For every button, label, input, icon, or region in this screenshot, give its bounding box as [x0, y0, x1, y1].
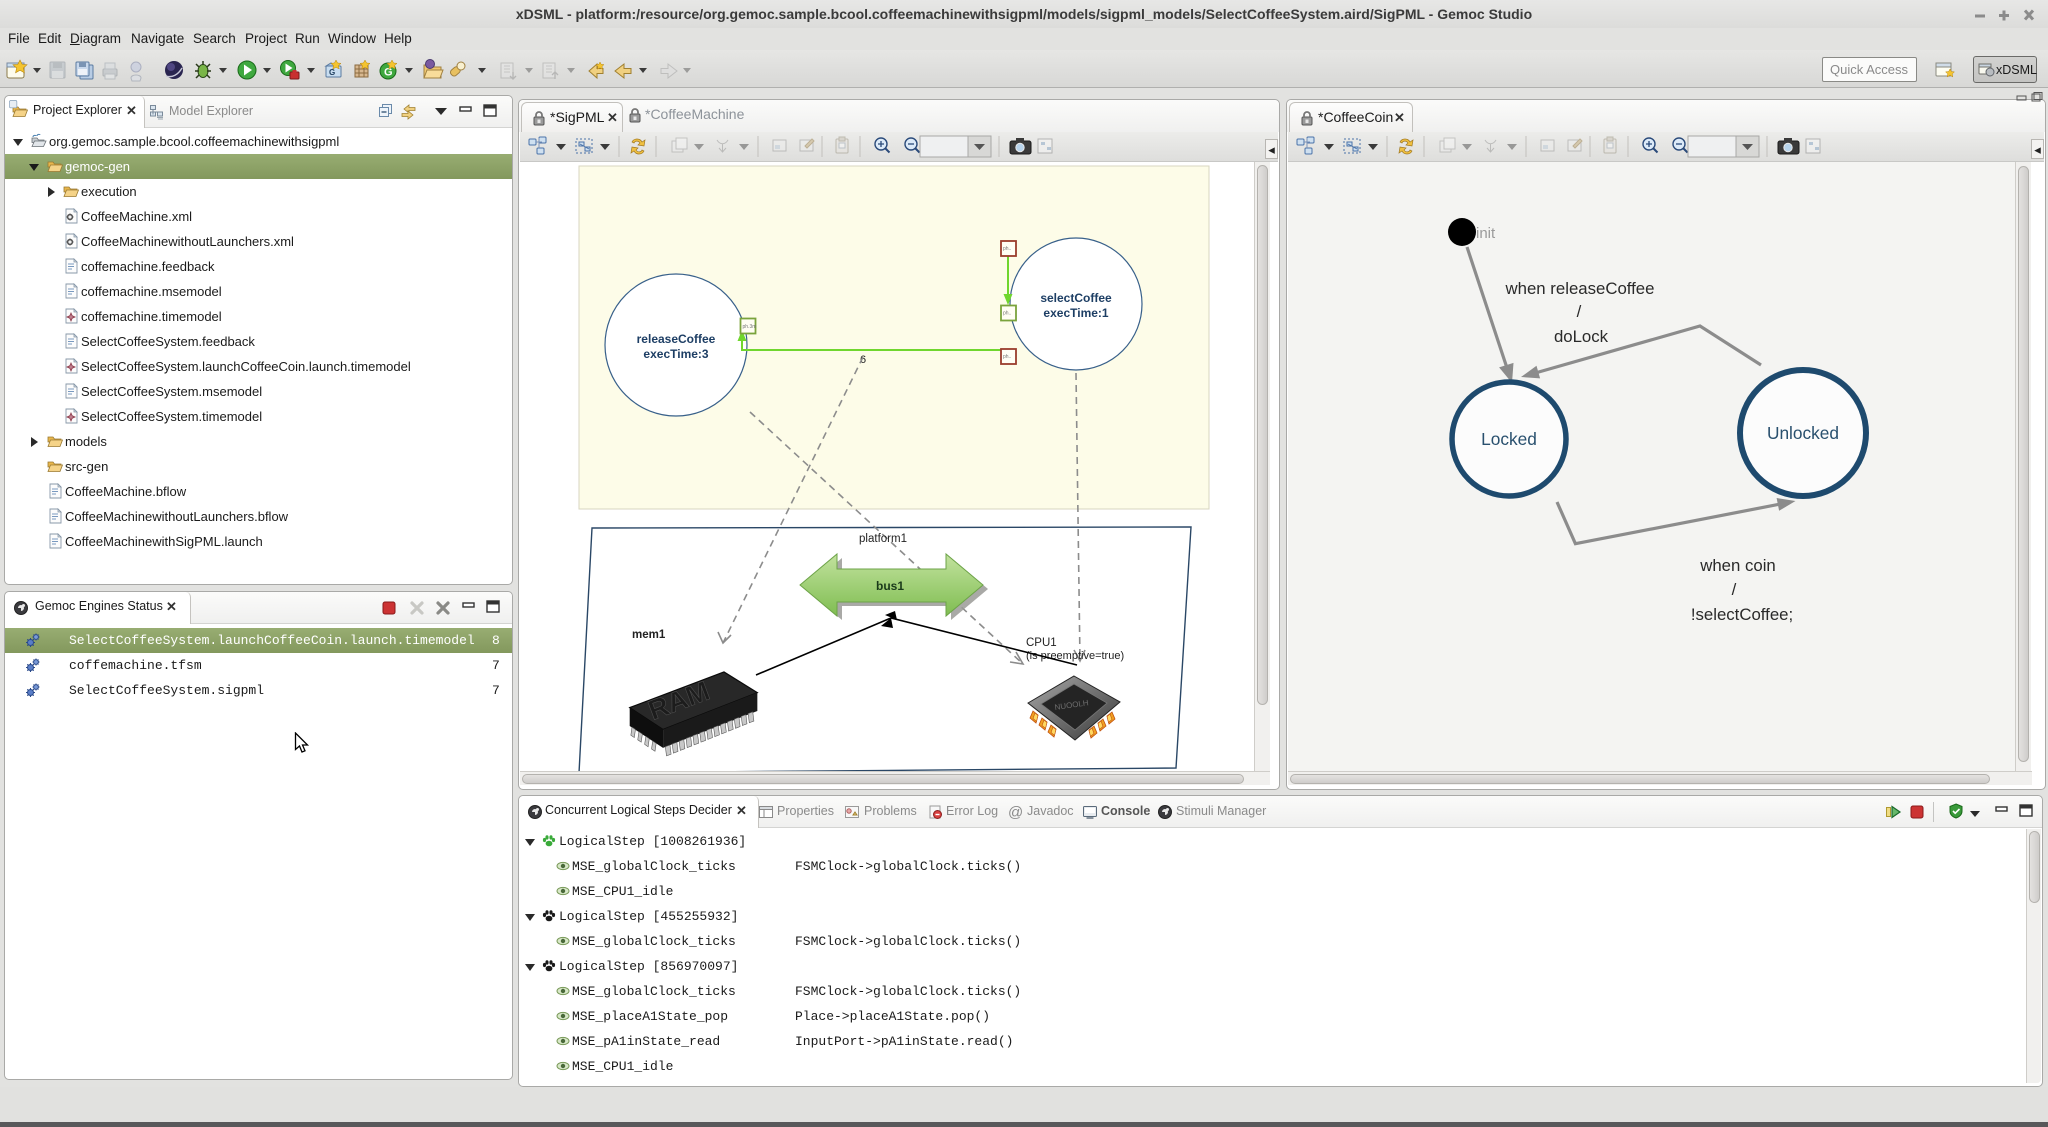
svg-text:execTime:1: execTime:1 — [1043, 306, 1108, 320]
svg-text:ph..: ph.. — [1003, 311, 1011, 317]
svg-text:selectCoffee: selectCoffee — [1040, 291, 1112, 305]
svg-text:Locked: Locked — [1481, 429, 1537, 449]
svg-text:!selectCoffee;: !selectCoffee; — [1691, 605, 1793, 624]
svg-text:releaseCoffee: releaseCoffee — [637, 332, 716, 346]
svg-text:platform1: platform1 — [859, 533, 907, 545]
svg-text:Unlocked: Unlocked — [1767, 423, 1839, 443]
svg-text:ph.3m: ph.3m — [743, 324, 757, 330]
svg-text:mem1: mem1 — [632, 629, 666, 641]
svg-text:when coin: when coin — [1699, 556, 1776, 575]
svg-text:execTime:3: execTime:3 — [643, 347, 708, 361]
svg-text:G: G — [384, 67, 393, 79]
svg-text:init: init — [1476, 225, 1496, 242]
svg-text:ph..: ph.. — [1003, 246, 1011, 252]
svg-text:G: G — [329, 68, 335, 77]
svg-text:/: / — [1577, 302, 1582, 321]
svg-text:CPU1: CPU1 — [1026, 637, 1057, 649]
svg-text:doLock: doLock — [1554, 327, 1609, 346]
svg-text:ph..: ph.. — [1003, 354, 1011, 360]
svg-text:/: / — [1732, 580, 1737, 599]
svg-text:when releaseCoffee: when releaseCoffee — [1505, 279, 1655, 298]
svg-text:bus1: bus1 — [876, 579, 904, 593]
